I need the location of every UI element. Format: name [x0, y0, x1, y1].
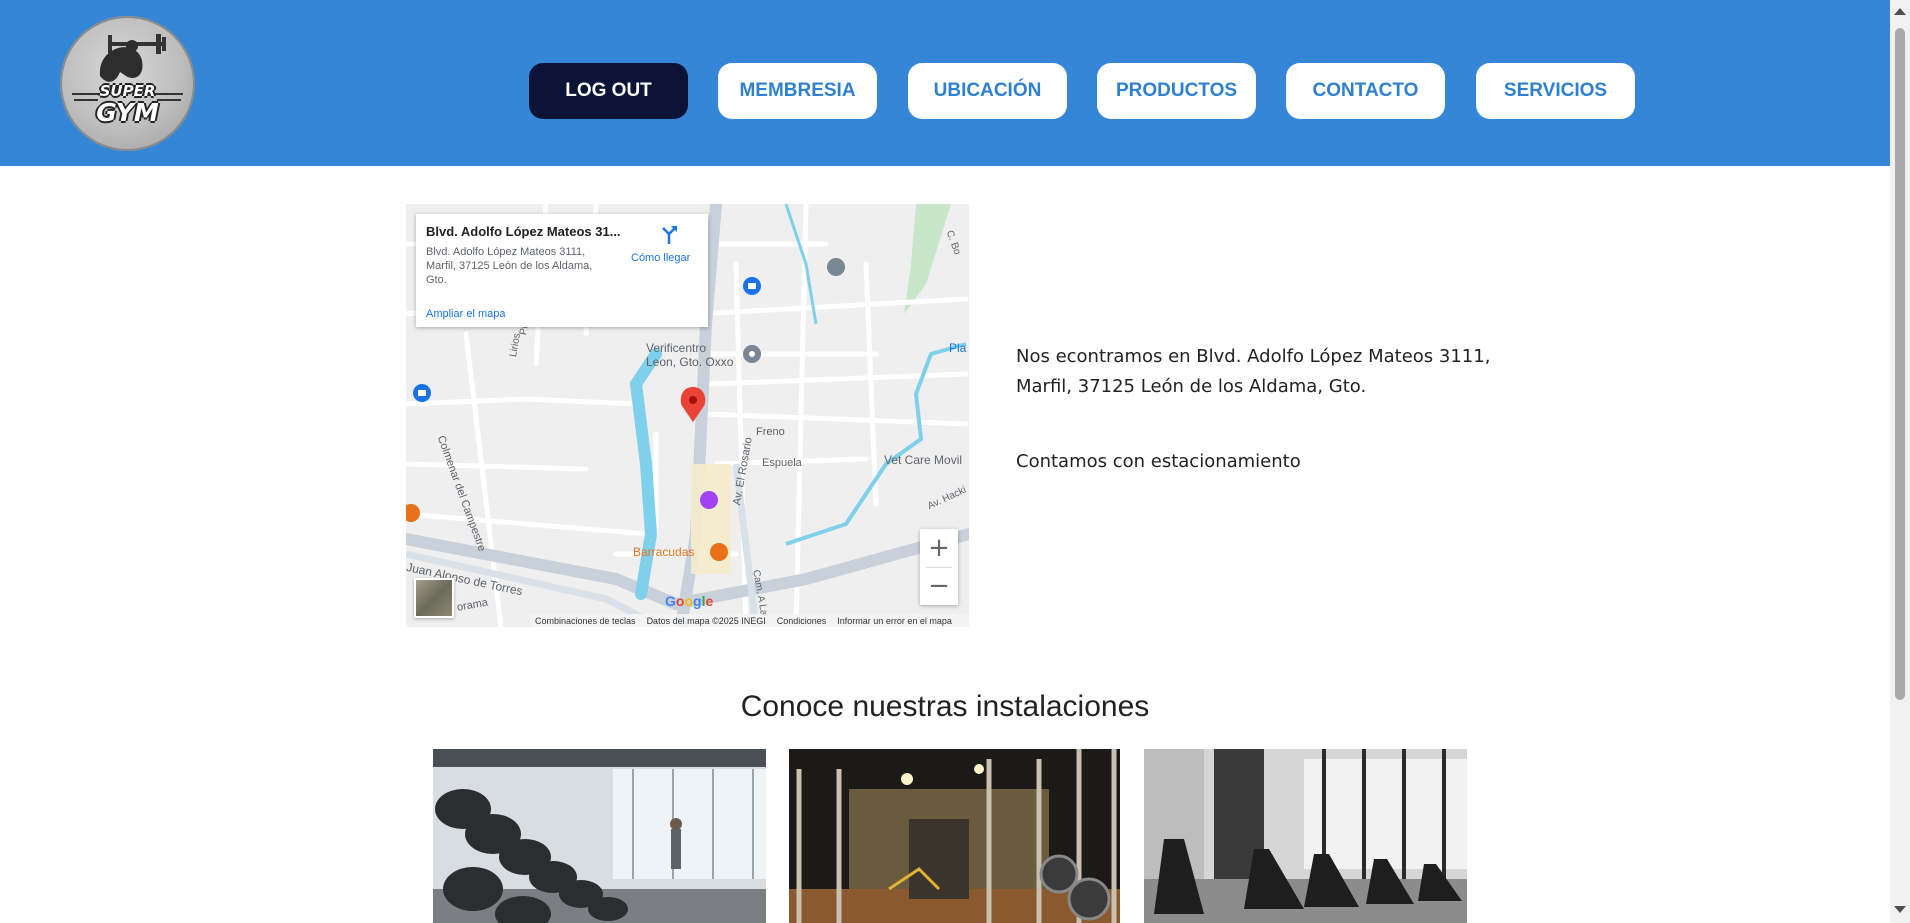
scroll-down-arrow-icon[interactable] — [1894, 906, 1906, 913]
dumbbell-rack-photo — [433, 749, 766, 923]
directions-link[interactable]: Cómo llegar — [631, 252, 690, 264]
restaurant-poi-icon — [710, 543, 728, 561]
nav-ubicacion-button[interactable]: UBICACIÓN — [908, 63, 1067, 119]
squat-rack-photo — [789, 749, 1120, 923]
site-header: SUPER GYM LOG OUT MEMBRESIA UBICACIÓN PR… — [0, 0, 1890, 166]
super-gym-logo[interactable]: SUPER GYM — [60, 16, 195, 151]
address-line-1: Nos econtramos en Blvd. Adolfo López Mat… — [1016, 346, 1491, 367]
logout-button[interactable]: LOG OUT — [529, 63, 688, 119]
address-line-2: Marfil, 37125 León de los Aldama, Gto. — [1016, 376, 1367, 397]
satellite-layer-toggle[interactable] — [414, 578, 454, 618]
zoom-out-button[interactable]: − — [920, 567, 958, 605]
logo-text-gym: GYM — [96, 98, 159, 127]
treadmills-photo — [1144, 749, 1467, 923]
terms-link[interactable]: Condiciones — [777, 616, 827, 626]
map-place-card: Blvd. Adolfo López Mateos 31... Blvd. Ad… — [416, 214, 708, 327]
page-scrollbar[interactable] — [1890, 0, 1910, 923]
nav-contacto-button[interactable]: CONTACTO — [1286, 63, 1445, 119]
nav-servicios-button[interactable]: SERVICIOS — [1476, 63, 1635, 119]
zoom-divider — [926, 567, 952, 568]
parking-text: Contamos con estacionamiento — [1016, 451, 1301, 472]
school-poi-icon — [827, 258, 845, 276]
google-logo: Google — [665, 593, 714, 609]
map-zoom-control: + − — [920, 529, 958, 605]
nav-membresia-button[interactable]: MEMBRESIA — [718, 63, 877, 119]
location-map[interactable]: Verificentro Leon, Gto. Oxxo Freno Espue… — [406, 204, 969, 627]
scrollbar-thumb[interactable] — [1895, 28, 1905, 700]
location-pin-icon — [680, 387, 706, 422]
map-footer-bar: Combinaciones de teclas Datos del mapa ©… — [530, 614, 969, 627]
scroll-up-arrow-icon[interactable] — [1894, 8, 1906, 15]
nav-productos-button[interactable]: PRODUCTOS — [1097, 63, 1256, 119]
directions-icon[interactable] — [658, 224, 680, 246]
zoom-in-button[interactable]: + — [920, 529, 958, 567]
map-place-title: Blvd. Adolfo López Mateos 31... — [426, 224, 621, 239]
map-place-address: Blvd. Adolfo López Mateos 3111, Marfil, … — [426, 246, 593, 286]
purple-poi-icon — [700, 491, 718, 509]
keyboard-shortcuts-link[interactable]: Combinaciones de teclas — [535, 616, 636, 626]
report-error-link[interactable]: Informar un error en el mapa — [837, 616, 952, 626]
gallery-title: Conoce nuestras instalaciones — [740, 690, 1150, 723]
map-data-attribution: Datos del mapa ©2025 INEGI — [646, 615, 766, 626]
orange-poi-icon — [406, 504, 420, 522]
enlarge-map-link[interactable]: Ampliar el mapa — [426, 308, 505, 320]
